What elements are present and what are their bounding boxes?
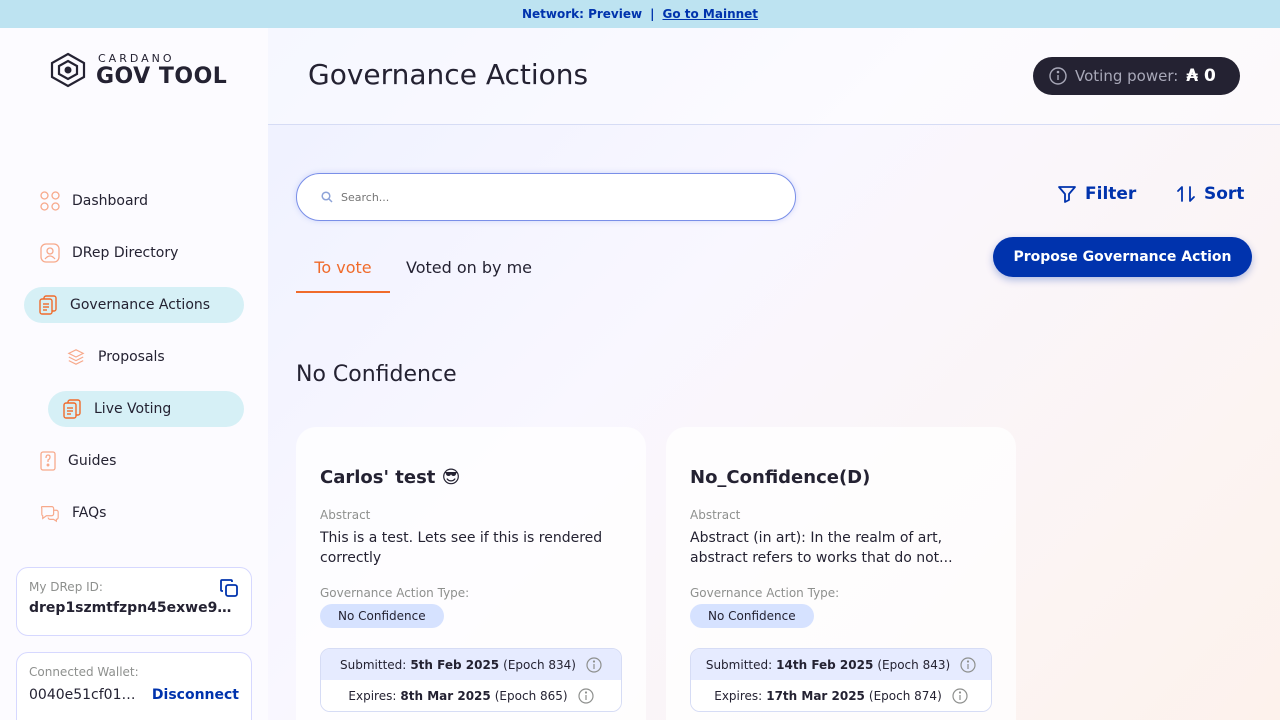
search-icon: [321, 191, 333, 203]
disconnect-button[interactable]: Disconnect: [152, 687, 239, 703]
governance-actions-icon: [38, 295, 58, 315]
sidebar-item-governance-actions[interactable]: Governance Actions: [24, 287, 244, 323]
wallet-label: Connected Wallet:: [29, 665, 139, 679]
sidebar-item-label: Live Voting: [94, 401, 172, 417]
drep-id-label: My DRep ID:: [29, 580, 103, 594]
info-icon[interactable]: [586, 656, 602, 673]
sidebar-item-live-voting[interactable]: Live Voting: [48, 391, 244, 427]
sort-label: Sort: [1204, 184, 1245, 204]
page-title: Governance Actions: [308, 58, 589, 91]
sidebar-item-label: DRep Directory: [72, 245, 179, 261]
sidebar-item-drep-directory[interactable]: DRep Directory: [40, 235, 240, 271]
banner-separator: |: [650, 7, 655, 21]
propose-governance-action-button[interactable]: Propose Governance Action: [993, 237, 1252, 277]
page-header: Governance Actions Voting power: ₳ 0: [268, 28, 1280, 125]
submitted-row: Submitted: 5th Feb 2025 (Epoch 834): [321, 649, 621, 680]
sidebar-item-label: Dashboard: [72, 193, 148, 209]
go-to-mainnet-link[interactable]: Go to Mainnet: [662, 7, 758, 21]
voting-power-badge: Voting power: ₳ 0: [1033, 57, 1240, 95]
sidebar-item-faqs[interactable]: FAQs: [40, 495, 240, 531]
sidebar-item-label: Governance Actions: [70, 297, 211, 313]
info-icon: [1049, 67, 1067, 85]
faqs-icon: [40, 503, 60, 523]
sidebar-item-guides[interactable]: Guides: [38, 443, 238, 479]
type-chip: No Confidence: [320, 604, 444, 628]
type-label: Governance Action Type:: [690, 586, 840, 600]
search-field[interactable]: [296, 173, 796, 221]
expires-row: Expires: 8th Mar 2025 (Epoch 865): [321, 680, 621, 711]
search-input[interactable]: [341, 190, 741, 204]
tab-to-vote[interactable]: To vote: [296, 258, 390, 293]
sidebar-item-proposals[interactable]: Proposals: [66, 339, 236, 375]
drep-id-value: drep1szmtfzpn45exwe9uxz...: [29, 600, 234, 616]
sidebar: CARDANO GOV TOOL Dashboard DRep Director…: [0, 28, 268, 720]
expires-epoch: (Epoch 865): [494, 688, 568, 703]
submitted-label: Submitted:: [340, 657, 407, 672]
dashboard-icon: [40, 191, 60, 211]
type-chip: No Confidence: [690, 604, 814, 628]
voting-power-label: Voting power:: [1075, 67, 1179, 85]
filter-button[interactable]: Filter: [1057, 184, 1136, 204]
governance-action-card: No_Confidence(D) Abstract Abstract (in a…: [666, 427, 1016, 720]
cardano-logo-icon: [50, 52, 86, 88]
expires-label: Expires:: [714, 688, 763, 703]
dates-box: Submitted: 5th Feb 2025 (Epoch 834) Expi…: [320, 648, 622, 712]
abstract-text: This is a test. Lets see if this is rend…: [320, 530, 603, 566]
logo[interactable]: CARDANO GOV TOOL: [48, 52, 227, 88]
expires-row: Expires: 17th Mar 2025 (Epoch 874): [691, 680, 991, 711]
drep-id-card: My DRep ID: drep1szmtfzpn45exwe9uxz...: [16, 567, 252, 636]
submitted-epoch: (Epoch 843): [877, 657, 951, 672]
drep-directory-icon: [40, 243, 60, 263]
logo-big-text: GOV TOOL: [96, 63, 228, 89]
logo-small-text: CARDANO: [98, 51, 175, 65]
filter-icon: [1058, 186, 1076, 203]
expires-date: 8th Mar 2025: [400, 688, 491, 703]
submitted-row: Submitted: 14th Feb 2025 (Epoch 843): [691, 649, 991, 680]
expires-epoch: (Epoch 874): [868, 688, 942, 703]
section-title: No Confidence: [296, 362, 457, 387]
abstract-text: Abstract (in art): In the realm of art, …: [690, 530, 953, 566]
card-title: Carlos' test 😎: [320, 467, 461, 488]
info-icon[interactable]: [952, 687, 968, 704]
expires-label: Expires:: [348, 688, 397, 703]
submitted-date: 5th Feb 2025: [410, 657, 500, 672]
sidebar-item-label: Proposals: [98, 349, 165, 365]
type-label: Governance Action Type:: [320, 586, 470, 600]
sidebar-item-label: Guides: [68, 453, 117, 469]
filter-label: Filter: [1085, 184, 1137, 204]
sidebar-item-label: FAQs: [72, 505, 107, 521]
main-content: Governance Actions Voting power: ₳ 0 Fil…: [268, 28, 1280, 720]
tab-voted-on-by-me[interactable]: Voted on by me: [406, 258, 532, 293]
wallet-address: 0040e51cf01d5...: [29, 687, 141, 703]
connected-wallet-card: Connected Wallet: 0040e51cf01d5... Disco…: [16, 652, 252, 720]
abstract-label: Abstract: [690, 508, 741, 522]
proposals-icon: [66, 347, 86, 367]
network-banner: Network: Preview | Go to Mainnet: [0, 0, 1280, 28]
network-label: Network: Preview: [521, 7, 643, 21]
voting-power-value: ₳ 0: [1186, 66, 1216, 86]
submitted-date: 14th Feb 2025: [776, 657, 874, 672]
info-icon[interactable]: [960, 656, 976, 673]
sidebar-item-dashboard[interactable]: Dashboard: [40, 183, 240, 219]
governance-action-card: Carlos' test 😎 Abstract This is a test. …: [296, 427, 646, 720]
expires-date: 17th Mar 2025: [766, 688, 865, 703]
abstract-label: Abstract: [320, 508, 371, 522]
submitted-label: Submitted:: [705, 657, 773, 672]
info-icon[interactable]: [577, 687, 594, 704]
live-voting-icon: [62, 399, 82, 419]
dates-box: Submitted: 14th Feb 2025 (Epoch 843) Exp…: [690, 648, 992, 712]
sort-icon: [1177, 186, 1195, 202]
guides-icon: [38, 451, 58, 471]
copy-icon[interactable]: [219, 578, 239, 598]
submitted-epoch: (Epoch 834): [503, 657, 576, 672]
sort-button[interactable]: Sort: [1176, 184, 1244, 204]
card-title: No_Confidence(D): [690, 467, 871, 488]
